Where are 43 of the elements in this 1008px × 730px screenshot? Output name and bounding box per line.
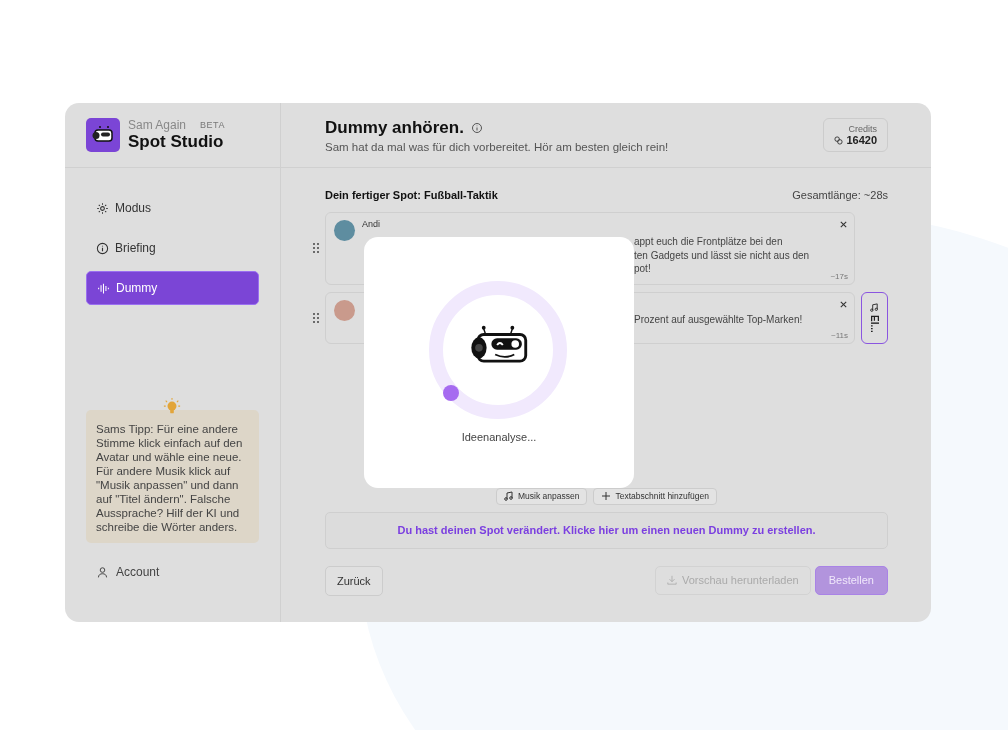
waveform-icon <box>97 281 110 295</box>
tip-text: Sams Tipp: Für eine andere Stimme klick einfach auf den Avatar und wähle eine neue. Für andere Musik klick auf "Musik anpassen" und dann auf "Titel ändern". Falsche Aussprache? Hilf der KI und schreibe die Wörter anders. <box>86 410 259 543</box>
product-name: Sam Again <box>128 118 187 132</box>
segment-text: appt euch die Frontplätze bei den <box>634 235 784 249</box>
segment-text: ten Gadgets und lässt sie nicht aus den <box>634 248 811 262</box>
nav-item[interactable]: Dummy <box>86 271 259 305</box>
drag-handle-icon[interactable] <box>313 312 319 323</box>
music-note-icon <box>504 491 514 501</box>
page-title: Dummy anhören. <box>325 117 464 138</box>
total-length: Gesamtlänge: ~28s <box>792 189 888 201</box>
app-name: Spot Studio <box>128 132 225 152</box>
user-icon <box>96 565 109 579</box>
spot-title: Dein fertiger Spot: Fußball-Taktik <box>325 189 498 201</box>
loading-status: Ideenanalyse... <box>461 431 537 443</box>
regenerate-notice[interactable]: Du hast deinen Spot verändert. Klicke hier um einen neuen Dummy zu erstellen. <box>325 511 888 549</box>
info-icon <box>96 241 109 255</box>
edit-button[interactable]: El... <box>861 291 888 344</box>
segment-duration: ~17s <box>830 271 848 281</box>
account-link[interactable]: Account <box>96 565 280 579</box>
nav-item[interactable]: Modus <box>86 191 259 225</box>
plus-icon <box>601 491 612 501</box>
avatar[interactable] <box>334 220 355 241</box>
credits-label: Credits <box>848 124 877 134</box>
robot-logo-icon <box>86 118 120 152</box>
action-button[interactable]: Textabschnitt hinzufügen <box>593 487 717 505</box>
coins-icon <box>834 135 844 145</box>
speaker-name: Andi <box>362 219 381 229</box>
back-button[interactable]: Zurück <box>325 565 383 596</box>
page-subtitle: Sam hat da mal was für dich vorbereitet. Hör am besten gleich rein! <box>325 140 669 153</box>
robot-icon <box>468 323 530 365</box>
drag-handle-icon[interactable] <box>313 243 319 254</box>
info-icon[interactable] <box>470 121 483 134</box>
download-icon <box>666 575 677 585</box>
credits-value: 16420 <box>846 134 877 146</box>
segment-text: pot! <box>634 262 652 276</box>
music-note-icon <box>870 302 879 312</box>
close-icon[interactable] <box>839 220 848 229</box>
segment-text: Prozent auf ausgewählte Top-Marken! <box>634 312 804 326</box>
nav-item[interactable]: Briefing <box>86 231 259 265</box>
close-icon[interactable] <box>839 299 848 309</box>
beta-label: BETA <box>200 120 225 130</box>
segment-duration: ~11s <box>831 330 848 340</box>
settings-icon <box>96 201 109 215</box>
